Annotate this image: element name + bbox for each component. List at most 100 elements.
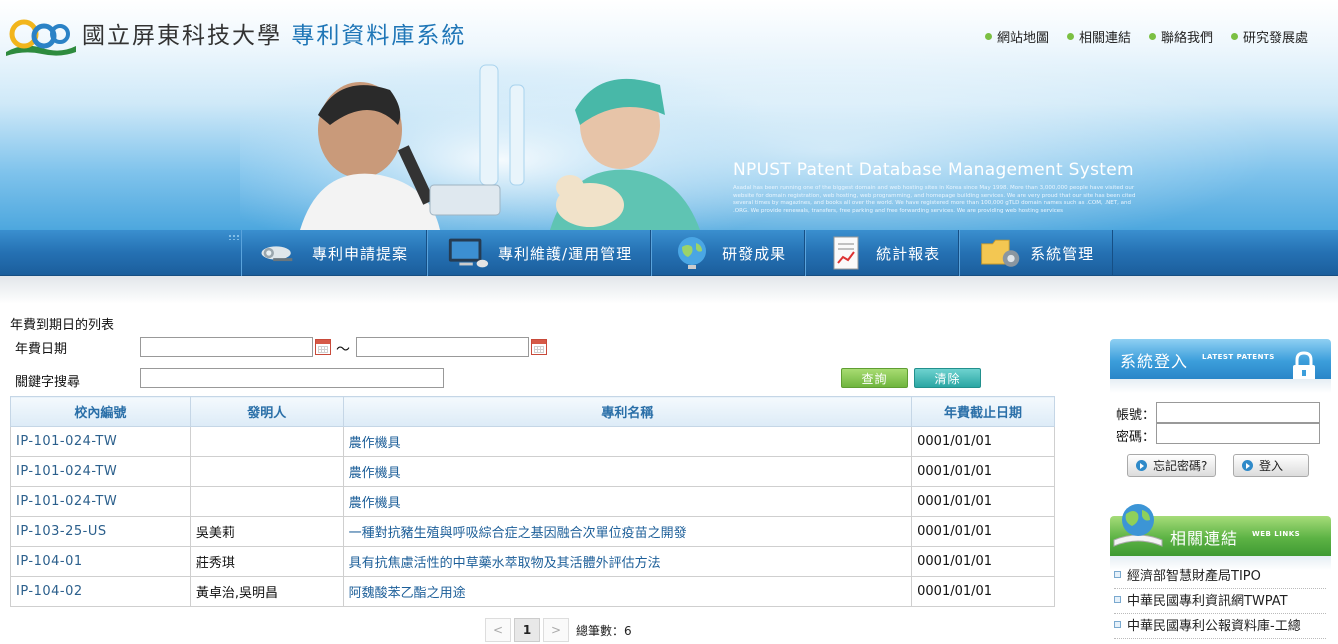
nav-items: 專利申請提案 專利維護/運用管理 研發成果 統計報表 系統管理 (241, 230, 1113, 276)
calendar-icon[interactable] (315, 339, 331, 355)
header-banner: 國立屏東科技大學 專利資料庫系統 網站地圖 相關連結 聯絡我們 研究發展處 (0, 0, 1338, 230)
nav-label: 專利申請提案 (312, 243, 408, 264)
calendar-icon[interactable] (531, 339, 547, 355)
cell-id[interactable]: IP-103-25-US (11, 517, 191, 547)
related-link-label: 中華民國專利公報資料庫-工總 (1127, 615, 1301, 634)
nav-system-admin[interactable]: 系統管理 (959, 230, 1113, 276)
nav-label: 統計報表 (876, 243, 940, 264)
cell-due-date: 0001/01/01 (912, 547, 1055, 577)
column-header-inventor[interactable]: 發明人 (190, 397, 343, 427)
account-input[interactable] (1156, 402, 1320, 423)
password-input[interactable] (1156, 423, 1320, 444)
top-link-label: 相關連結 (1079, 27, 1131, 46)
cell-id[interactable]: IP-101-024-TW (11, 457, 191, 487)
table-row: IP-101-024-TW 農作機具 0001/01/01 (11, 457, 1055, 487)
folder-gear-icon (978, 234, 1022, 272)
cell-inventor (190, 487, 343, 517)
cell-due-date: 0001/01/01 (912, 517, 1055, 547)
related-link-label: 經濟部智慧財產局TIPO (1127, 565, 1261, 584)
nav-patent-maintenance[interactable]: 專利維護/運用管理 (427, 230, 651, 276)
nav-shadow (0, 276, 1338, 304)
column-header-patent-name[interactable]: 專利名稱 (343, 397, 911, 427)
password-label: 密碼： (1116, 426, 1155, 445)
nav-patent-application[interactable]: 專利申請提案 (241, 230, 427, 276)
next-page-button[interactable]: > (543, 618, 569, 642)
bullet-icon (1114, 596, 1121, 603)
pagination: < 1 > 總筆數：6 (485, 618, 632, 642)
login-header-reflection (1110, 379, 1331, 393)
related-link-tipo[interactable]: 經濟部智慧財產局TIPO (1114, 565, 1326, 589)
page-1-button[interactable]: 1 (514, 618, 540, 642)
top-link-contact[interactable]: 聯絡我們 (1149, 27, 1213, 46)
login-button[interactable]: 登入 (1233, 454, 1309, 477)
top-link-related[interactable]: 相關連結 (1067, 27, 1131, 46)
date-label: 年費日期 (15, 338, 67, 357)
cell-due-date: 0001/01/01 (912, 487, 1055, 517)
nav-research-results[interactable]: 研發成果 (651, 230, 805, 276)
total-label: 總筆數： (576, 624, 624, 638)
cell-patent-name[interactable]: 具有抗焦慮活性的中草藥水萃取物及其活體外評估方法 (343, 547, 911, 577)
bullet-icon (1114, 621, 1121, 628)
top-links: 網站地圖 相關連結 聯絡我們 研究發展處 (985, 27, 1308, 46)
top-link-label: 研究發展處 (1243, 27, 1308, 46)
top-link-label: 網站地圖 (997, 27, 1049, 46)
university-logo[interactable] (4, 12, 78, 58)
cell-due-date: 0001/01/01 (912, 577, 1055, 607)
nav-label: 專利維護/運用管理 (498, 243, 632, 264)
nav-statistics-reports[interactable]: 統計報表 (805, 230, 959, 276)
cell-id[interactable]: IP-101-024-TW (11, 427, 191, 457)
cell-patent-name[interactable]: 農作機具 (343, 427, 911, 457)
links-title: 相關連結 (1170, 525, 1238, 549)
date-from-input[interactable] (140, 337, 313, 357)
cell-inventor: 吳美莉 (190, 517, 343, 547)
cell-patent-name[interactable]: 農作機具 (343, 457, 911, 487)
related-link-twpat[interactable]: 中華民國專利資訊網TWPAT (1114, 590, 1326, 614)
cell-patent-name[interactable]: 農作機具 (343, 487, 911, 517)
login-subtitle: LATEST PATENTS (1202, 353, 1275, 361)
query-button[interactable]: 查詢 (841, 368, 908, 388)
results-table: 校內編號 發明人 專利名稱 年費截止日期 IP-101-024-TW 農作機具 … (10, 396, 1055, 607)
site-title-main: 國立屏東科技大學 (82, 23, 282, 49)
page-heading: 年費到期日的列表 (10, 314, 114, 333)
keyword-input[interactable] (140, 368, 444, 388)
nav-label: 研發成果 (722, 243, 786, 264)
top-link-rnd-office[interactable]: 研究發展處 (1231, 27, 1308, 46)
site-title: 國立屏東科技大學 專利資料庫系統 (82, 16, 466, 50)
english-blurb: Asadal has been running one of the bigge… (733, 185, 1143, 215)
bullet-icon (1231, 33, 1238, 40)
bullet-icon (985, 33, 992, 40)
arrow-icon (1242, 460, 1253, 471)
cell-inventor (190, 427, 343, 457)
globe-icon (1112, 500, 1164, 550)
related-link-gazette[interactable]: 中華民國專利公報資料庫-工總 (1114, 615, 1326, 639)
cell-inventor: 黃卓治,吳明昌 (190, 577, 343, 607)
prev-page-button[interactable]: < (485, 618, 511, 642)
bullet-icon (1114, 571, 1121, 578)
column-header-id[interactable]: 校內編號 (11, 397, 191, 427)
keyword-label: 關鍵字搜尋 (15, 371, 80, 390)
cell-due-date: 0001/01/01 (912, 427, 1055, 457)
login-title: 系統登入 (1120, 348, 1188, 372)
table-header-row: 校內編號 發明人 專利名稱 年費截止日期 (11, 397, 1055, 427)
date-range-separator: ～ (336, 339, 350, 359)
cell-id[interactable]: IP-104-02 (11, 577, 191, 607)
top-link-sitemap[interactable]: 網站地圖 (985, 27, 1049, 46)
column-header-due-date[interactable]: 年費截止日期 (912, 397, 1055, 427)
table-row: IP-101-024-TW 農作機具 0001/01/01 (11, 427, 1055, 457)
forgot-password-button[interactable]: 忘記密碼? (1127, 454, 1216, 477)
links-subtitle: WEB LINKS (1252, 530, 1300, 538)
bullet-icon (1149, 33, 1156, 40)
forgot-password-label: 忘記密碼? (1153, 457, 1207, 474)
cell-id[interactable]: IP-104-01 (11, 547, 191, 577)
cell-patent-name[interactable]: 一種對抗豬生殖與呼吸綜合症之基因融合次單位疫苗之開發 (343, 517, 911, 547)
bullet-icon (1067, 33, 1074, 40)
cell-patent-name[interactable]: 阿魏酸苯乙酯之用途 (343, 577, 911, 607)
nav-decoration (228, 234, 240, 240)
login-button-label: 登入 (1259, 457, 1283, 474)
date-to-input[interactable] (356, 337, 529, 357)
table-row: IP-104-02 黃卓治,吳明昌 阿魏酸苯乙酯之用途 0001/01/01 (11, 577, 1055, 607)
site-title-accent: 專利資料庫系統 (291, 23, 466, 49)
related-link-label: 中華民國專利資訊網TWPAT (1127, 590, 1288, 609)
cell-id[interactable]: IP-101-024-TW (11, 487, 191, 517)
clear-button[interactable]: 清除 (914, 368, 981, 388)
